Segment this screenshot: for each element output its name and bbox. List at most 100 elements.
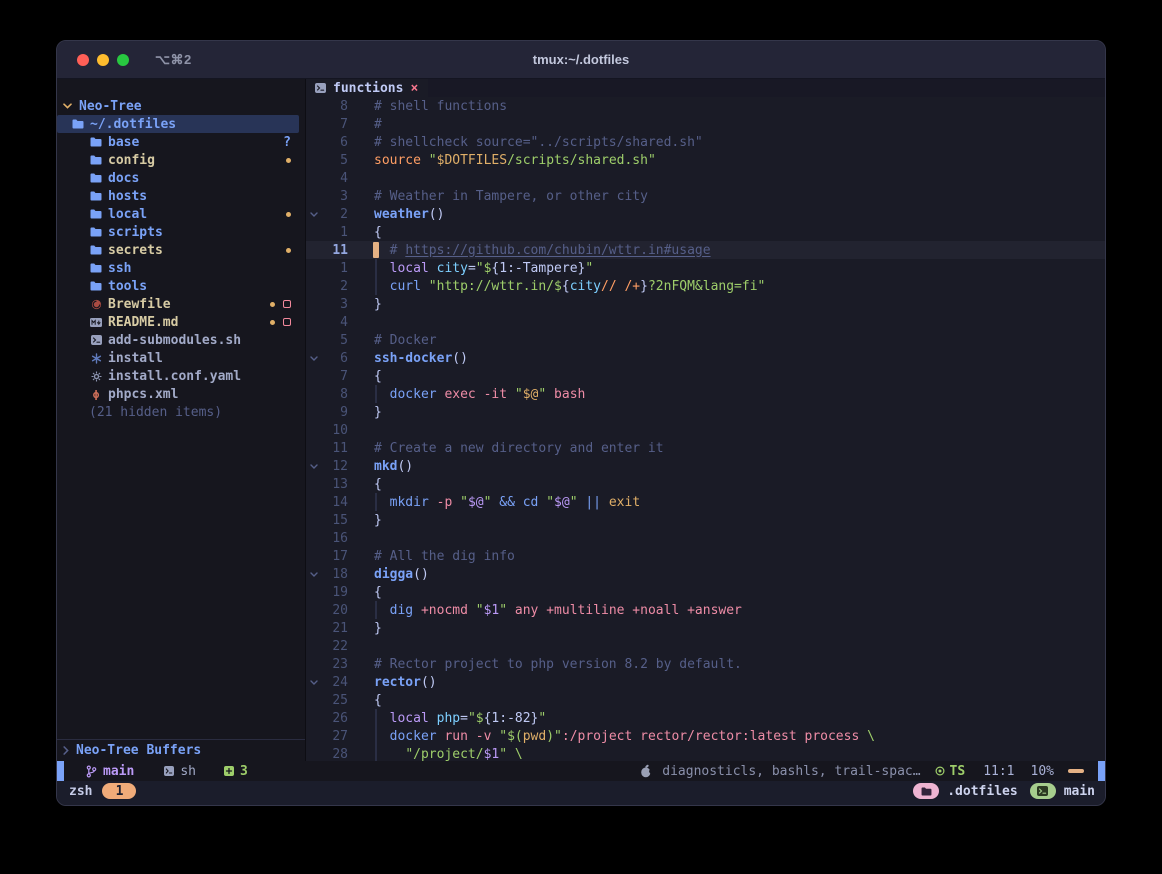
code-line[interactable]: 15} [306,511,1105,529]
line-number: 3 [322,297,348,312]
neo-tree-buffers-header[interactable]: Neo-Tree Buffers [57,739,305,761]
line-number: 11 [322,441,348,456]
unstaged-square-badge [283,318,291,326]
code-line[interactable]: 1{ [306,223,1105,241]
code-text: docker exec -it "$@" bash [348,387,585,402]
code-text: # shellcheck source="../scripts/shared.s… [348,135,703,150]
code-line[interactable]: 3# Weather in Tampere, or other city [306,187,1105,205]
code-line[interactable]: 8# shell functions [306,97,1105,115]
code-line[interactable]: 28 "/project/$1" \ [306,745,1105,761]
code-line[interactable]: 12mkd() [306,457,1105,475]
line-number: 17 [322,549,348,564]
tab-close-icon[interactable]: × [410,81,418,96]
git-status-badges [286,248,291,253]
code-text: } [348,297,382,312]
code-line[interactable]: 27 docker run -v "$(pwd)":/project recto… [306,727,1105,745]
code-line[interactable]: 17# All the dig info [306,547,1105,565]
code-line[interactable]: 9} [306,403,1105,421]
code-line[interactable]: 2 curl "http://wttr.in/${city// /+}?2nFQ… [306,277,1105,295]
xml-icon: ϕ [89,389,103,400]
code-line[interactable]: 4 [306,169,1105,187]
fold-chevron-icon[interactable] [306,680,322,685]
tree-item-ssh[interactable]: ssh [57,259,301,277]
tree-item-readme-md[interactable]: README.md [57,313,301,331]
code-line[interactable]: 5# Docker [306,331,1105,349]
line-number: 16 [322,531,348,546]
code-line[interactable]: 6# shellcheck source="../scripts/shared.… [306,133,1105,151]
code-line[interactable]: 4 [306,313,1105,331]
window-titlebar[interactable]: ⌥⌘2 tmux:~/.dotfiles [57,41,1105,79]
tmux-statusbar: zsh 1 .dotfiles main [57,781,1105,805]
editor[interactable]: functions × 8# shell functions7#6# shell… [306,79,1105,761]
code-line[interactable]: 7# [306,115,1105,133]
minimize-button[interactable] [97,54,109,66]
tmux-window-name[interactable]: zsh [69,784,92,799]
filetype-label: sh [180,764,196,779]
code-text: { [348,693,382,708]
code-line[interactable]: 10 [306,421,1105,439]
tree-item-secrets[interactable]: secrets [57,241,301,259]
code-line[interactable]: 5source "$DOTFILES/scripts/shared.sh" [306,151,1105,169]
line-number: 3 [322,189,348,204]
line-number: 8 [322,387,348,402]
code-text: { [348,225,382,240]
code-line[interactable]: 25{ [306,691,1105,709]
code-line[interactable]: 7{ [306,367,1105,385]
line-number: 13 [322,477,348,492]
tree-item-config[interactable]: config [57,151,301,169]
tree-item-scripts[interactable]: scripts [57,223,301,241]
tree-item-tools[interactable]: tools [57,277,301,295]
folder-icon [89,209,103,219]
code-area[interactable]: 8# shell functions7#6# shellcheck source… [306,97,1105,761]
tree-item-label: secrets [108,243,163,258]
git-branch-label: main [103,764,134,779]
desktop-background: ⌥⌘2 tmux:~/.dotfiles Neo-Tree ~/.dotfile… [0,0,1162,874]
indent-guide [375,727,377,745]
code-text: docker run -v "$(pwd)":/project rector/r… [348,729,875,744]
statusline-right: diagnosticls, bashls, trail-spac… TS 11:… [640,761,1105,781]
code-line[interactable]: 11# Create a new directory and enter it [306,439,1105,457]
code-line[interactable]: 6ssh-docker() [306,349,1105,367]
line-number: 27 [322,729,348,744]
shell-filetype-icon [164,766,174,776]
tab-functions[interactable]: functions × [306,79,428,97]
tree-item-install-conf-yaml[interactable]: install.conf.yaml [57,367,301,385]
line-number: 1 [322,225,348,240]
code-line[interactable]: 22 [306,637,1105,655]
tree-item-dotfiles[interactable]: ~/.dotfiles [57,115,299,133]
code-line[interactable]: 19{ [306,583,1105,601]
code-line[interactable]: 8 docker exec -it "$@" bash [306,385,1105,403]
code-line[interactable]: 18digga() [306,565,1105,583]
code-line[interactable]: 13{ [306,475,1105,493]
code-line[interactable]: 20 dig +nocmd "$1" any +multiline +noall… [306,601,1105,619]
tree-item-base[interactable]: base? [57,133,301,151]
code-line[interactable]: 23# Rector project to php version 8.2 by… [306,655,1105,673]
tree-item-local[interactable]: local [57,205,301,223]
zoom-button[interactable] [117,54,129,66]
neo-tree-header[interactable]: Neo-Tree [57,97,305,115]
code-line[interactable]: 3} [306,295,1105,313]
code-text: } [348,513,382,528]
line-number: 25 [322,693,348,708]
code-line[interactable]: 11 # https://github.com/chubin/wttr.in#u… [306,241,1105,259]
code-line[interactable]: 24rector() [306,673,1105,691]
tmux-window-index-badge[interactable]: 1 [102,783,136,799]
code-line[interactable]: 2weather() [306,205,1105,223]
line-number: 21 [322,621,348,636]
tree-item-brewfile[interactable]: Brewfile [57,295,301,313]
code-line[interactable]: 1 local city="${1:-Tampere}" [306,259,1105,277]
tree-item-hosts[interactable]: hosts [57,187,301,205]
tree-item-docs[interactable]: docs [57,169,301,187]
tree-item-install[interactable]: install [57,349,301,367]
fold-chevron-icon[interactable] [306,212,322,217]
code-line[interactable]: 16 [306,529,1105,547]
tree-item-phpcs-xml[interactable]: ϕphpcs.xml [57,385,301,403]
close-button[interactable] [77,54,89,66]
fold-chevron-icon[interactable] [306,356,322,361]
code-line[interactable]: 21} [306,619,1105,637]
code-line[interactable]: 14 mkdir -p "$@" && cd "$@" || exit [306,493,1105,511]
code-line[interactable]: 26 local php="${1:-82}" [306,709,1105,727]
fold-chevron-icon[interactable] [306,572,322,577]
fold-chevron-icon[interactable] [306,464,322,469]
tree-item-add-submodules-sh[interactable]: add-submodules.sh [57,331,301,349]
